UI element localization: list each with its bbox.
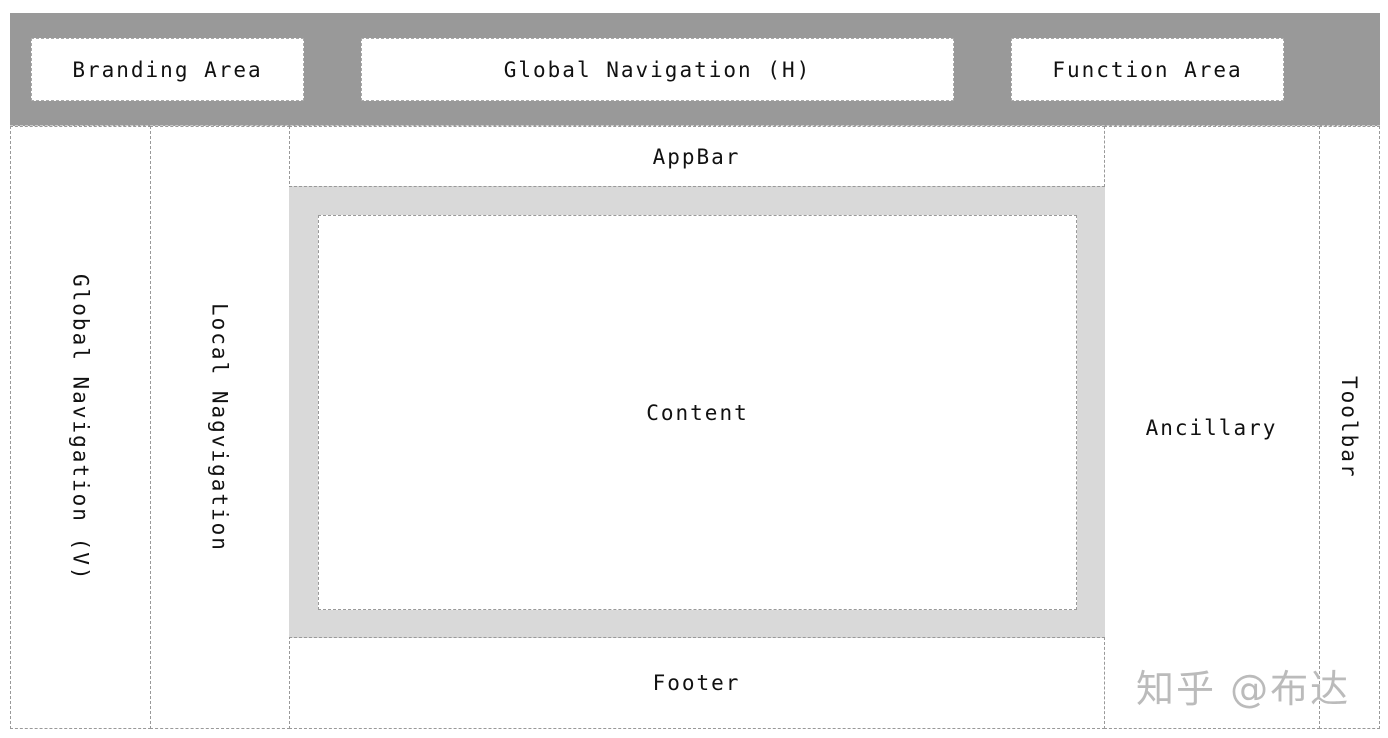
local-navigation: Local Nagvigation [150,126,290,729]
global-navigation-horizontal: Global Navigation (H) [361,38,954,101]
function-area: Function Area [1011,38,1284,101]
branding-area: Branding Area [31,38,304,101]
footer: Footer [289,637,1105,729]
content: Content [318,215,1077,610]
toolbar: Toolbar [1319,126,1380,729]
watermark: 知乎 @布达 [1136,667,1351,711]
toolbar-label: Toolbar [1337,376,1361,479]
appbar: AppBar [289,126,1105,187]
global-navigation-vertical: Global Navigation (V) [10,126,151,729]
global-navigation-vertical-label: Global Navigation (V) [68,273,93,582]
ancillary: Ancillary [1104,126,1320,729]
local-navigation-label: Local Nagvigation [207,303,232,552]
